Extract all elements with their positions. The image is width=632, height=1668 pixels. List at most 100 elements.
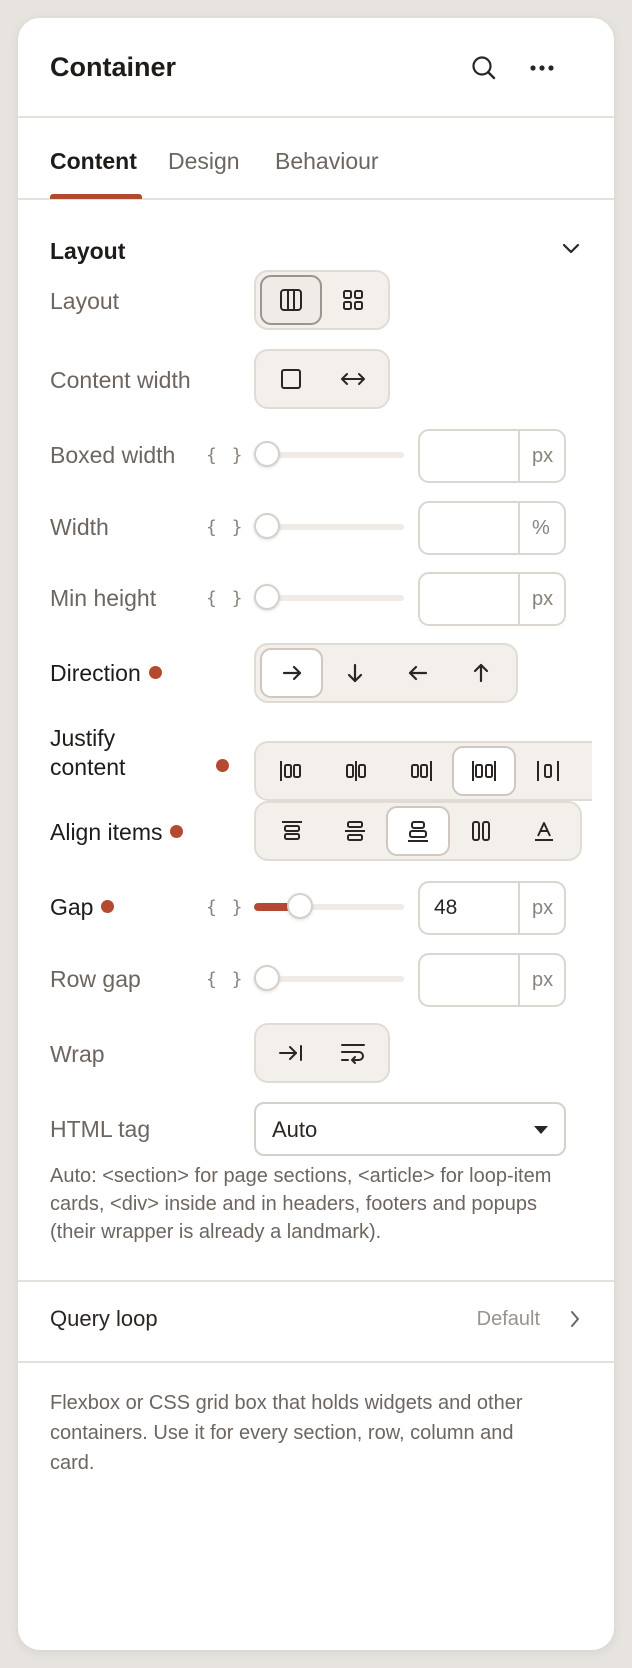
boxed-icon[interactable] <box>260 354 322 404</box>
justify-space-around-icon[interactable] <box>516 746 580 796</box>
arrow-left-icon[interactable] <box>386 648 449 698</box>
boxed-width-input[interactable] <box>420 431 518 481</box>
gap-input-group: px <box>418 881 566 935</box>
gap-input[interactable] <box>420 883 518 933</box>
tab-bar: Content Design Behaviour <box>18 118 614 200</box>
modified-indicator <box>101 900 115 914</box>
direction-label: Direction <box>50 660 162 687</box>
dynamic-tags-button[interactable]: { } <box>206 588 245 609</box>
justify-content-label-line2: content <box>50 754 126 780</box>
chevron-right-icon <box>570 1310 580 1328</box>
min-height-input-group: px <box>418 572 566 626</box>
boxed-width-input-group: px <box>418 429 566 483</box>
width-label: Width <box>50 514 109 540</box>
gap-label-text: Gap <box>50 894 94 920</box>
justify-space-between-icon[interactable] <box>452 746 516 796</box>
no-wrap-icon[interactable] <box>260 1028 322 1078</box>
row-gap-input[interactable] <box>420 955 518 1005</box>
align-end-icon[interactable] <box>386 806 450 856</box>
layout-section-header[interactable]: Layout <box>50 228 590 272</box>
boxed-width-label: Boxed width <box>50 442 176 468</box>
layout-label: Layout <box>50 288 120 314</box>
widget-description: Flexbox or CSS grid box that holds widge… <box>50 1392 523 1474</box>
html-tag-select[interactable]: Auto <box>254 1102 566 1156</box>
query-loop-label: Query loop <box>50 1306 158 1331</box>
justify-content-label: Justify content <box>50 724 125 782</box>
unit-selector[interactable]: % <box>518 503 564 553</box>
slider-knob[interactable] <box>254 965 280 991</box>
unit-selector[interactable]: px <box>518 883 564 933</box>
search-icon[interactable] <box>464 48 504 88</box>
gap-slider[interactable] <box>254 891 404 921</box>
slider-knob[interactable] <box>254 584 280 610</box>
gap-label: Gap <box>50 894 115 921</box>
active-tab-indicator <box>50 194 142 199</box>
query-loop-value: Default <box>476 1308 540 1330</box>
wrap-toggle <box>254 1023 390 1083</box>
modified-indicator <box>170 825 184 839</box>
dynamic-tags-button[interactable]: { } <box>206 445 245 466</box>
content-width-label: Content width <box>50 367 191 393</box>
unit-selector[interactable]: px <box>518 431 564 481</box>
unit-selector[interactable]: px <box>518 574 564 624</box>
dynamic-tags-button[interactable]: { } <box>206 517 245 538</box>
tab-behaviour[interactable]: Behaviour <box>275 148 379 175</box>
justify-center-icon[interactable] <box>324 746 388 796</box>
justify-content-toggle <box>254 741 592 801</box>
panel-title: Container <box>50 52 177 82</box>
justify-content-label-line1: Justify <box>50 725 116 751</box>
slider-knob[interactable] <box>254 441 280 467</box>
slider-knob[interactable] <box>287 893 313 919</box>
wrap-label: Wrap <box>50 1041 105 1067</box>
row-gap-label: Row gap <box>50 966 141 992</box>
width-slider[interactable] <box>254 511 404 541</box>
content-width-toggle <box>254 349 390 409</box>
align-items-toggle <box>254 801 582 861</box>
width-input-group: % <box>418 501 566 555</box>
direction-toggle <box>254 643 518 703</box>
caret-down-icon <box>534 1126 548 1134</box>
container-panel: Container Content Design Behaviour Layou… <box>18 18 614 1650</box>
arrow-right-icon[interactable] <box>260 648 324 698</box>
align-baseline-icon[interactable] <box>513 806 576 856</box>
html-tag-help: Auto: <section> for page sections, <arti… <box>50 1165 552 1243</box>
layout-toggle <box>254 270 390 330</box>
min-height-input[interactable] <box>420 574 518 624</box>
section-title: Layout <box>50 238 126 264</box>
row-gap-slider[interactable] <box>254 963 404 993</box>
more-horizontal-icon[interactable] <box>522 48 562 88</box>
dynamic-tags-button[interactable]: { } <box>206 969 245 990</box>
dynamic-tags-button[interactable]: { } <box>206 897 245 918</box>
align-items-label: Align items <box>50 819 184 846</box>
full-width-icon[interactable] <box>322 354 384 404</box>
row-gap-input-group: px <box>418 953 566 1007</box>
justify-end-icon[interactable] <box>388 746 452 796</box>
html-tag-label: HTML tag <box>50 1116 151 1142</box>
boxed-width-slider[interactable] <box>254 439 404 469</box>
slider-knob[interactable] <box>254 513 280 539</box>
html-tag-value: Auto <box>272 1117 318 1142</box>
modified-indicator <box>148 666 162 680</box>
arrow-down-icon[interactable] <box>323 648 386 698</box>
tab-content[interactable]: Content <box>50 148 137 175</box>
direction-label-text: Direction <box>50 660 141 686</box>
align-start-icon[interactable] <box>260 806 323 856</box>
align-stretch-icon[interactable] <box>450 806 513 856</box>
query-loop-row[interactable]: Query loop Default <box>18 1282 614 1360</box>
arrow-up-icon[interactable] <box>449 648 512 698</box>
align-items-label-text: Align items <box>50 819 163 845</box>
width-input[interactable] <box>420 503 518 553</box>
align-center-icon[interactable] <box>323 806 386 856</box>
min-height-label: Min height <box>50 585 157 611</box>
wrap-icon[interactable] <box>322 1028 384 1078</box>
panel-header: Container <box>18 18 614 118</box>
modified-indicator <box>216 759 229 772</box>
unit-selector[interactable]: px <box>518 955 564 1005</box>
grid-icon[interactable] <box>322 275 384 325</box>
min-height-slider[interactable] <box>254 582 404 612</box>
justify-start-icon[interactable] <box>260 746 324 796</box>
tab-design[interactable]: Design <box>168 148 240 175</box>
chevron-down-icon <box>562 242 580 254</box>
flexbox-icon[interactable] <box>260 275 323 325</box>
section-divider <box>18 1361 614 1363</box>
